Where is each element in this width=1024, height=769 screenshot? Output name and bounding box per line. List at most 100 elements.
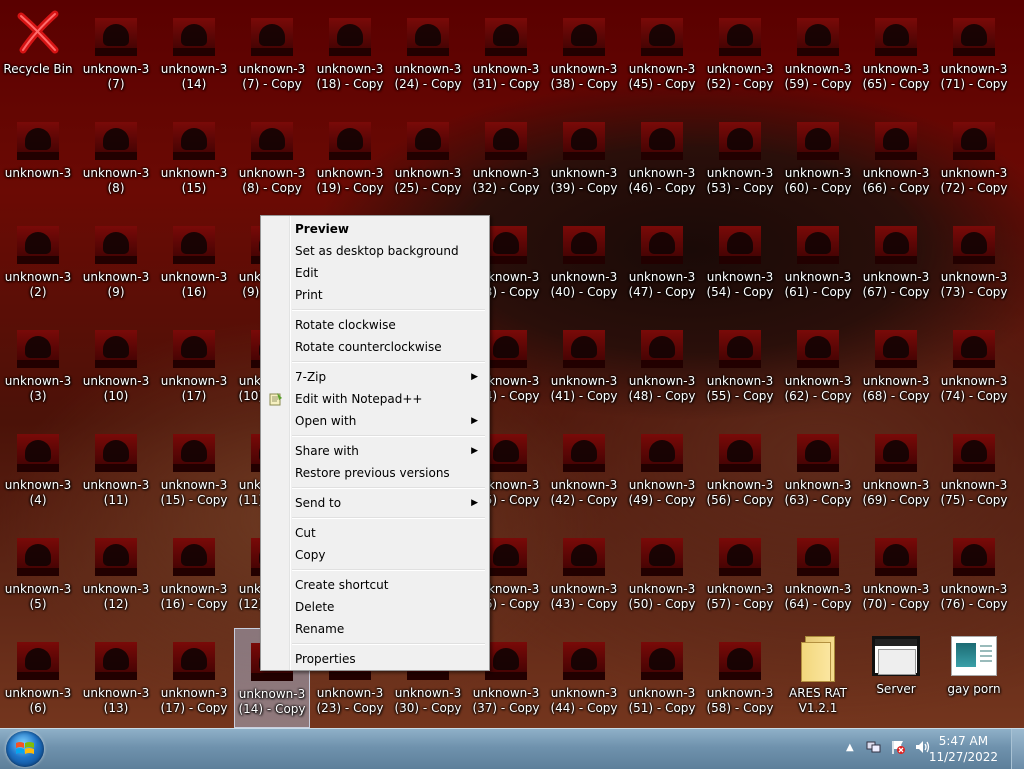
desktop-icon[interactable]: unknown-3 (19) - Copy <box>312 108 388 208</box>
menu-item-rename[interactable]: Rename <box>264 618 486 640</box>
desktop-icon[interactable]: unknown-3 (55) - Copy <box>702 316 778 416</box>
desktop-icon[interactable]: unknown-3 (16) <box>156 212 232 312</box>
desktop-icon[interactable]: unknown-3 (46) - Copy <box>624 108 700 208</box>
desktop-icon[interactable]: unknown-3 (39) - Copy <box>546 108 622 208</box>
desktop-icon[interactable]: unknown-3 (73) - Copy <box>936 212 1012 312</box>
desktop-icon-label: unknown-3 (72) - Copy <box>940 166 1008 195</box>
desktop-icon[interactable]: unknown-3 (7) - Copy <box>234 4 310 104</box>
desktop-icon[interactable]: gay porn <box>936 628 1012 728</box>
desktop-icon[interactable]: unknown-3 (24) - Copy <box>390 4 466 104</box>
desktop-icon[interactable]: unknown-3 (48) - Copy <box>624 316 700 416</box>
desktop-icon[interactable]: unknown-3 (49) - Copy <box>624 420 700 520</box>
desktop-icon[interactable]: unknown-3 (17) - Copy <box>156 628 232 728</box>
desktop-icon[interactable]: unknown-3 (61) - Copy <box>780 212 856 312</box>
start-button[interactable] <box>6 731 44 767</box>
desktop-icon[interactable]: unknown-3 (3) <box>0 316 76 416</box>
desktop-icon[interactable]: unknown-3 (44) - Copy <box>546 628 622 728</box>
action-center-flag-icon[interactable] <box>890 739 906 755</box>
desktop-icon[interactable]: ARES RAT V1.2.1 <box>780 628 856 728</box>
menu-item-edit[interactable]: Edit <box>264 262 486 284</box>
menu-item-edit-with-notepad[interactable]: Edit with Notepad++ <box>264 388 486 410</box>
show-hidden-icons-arrow[interactable]: ▲ <box>846 742 854 753</box>
menu-item-delete[interactable]: Delete <box>264 596 486 618</box>
photo-thumbnail-icon <box>641 18 683 56</box>
desktop-icon[interactable]: unknown-3 (2) <box>0 212 76 312</box>
desktop-icon[interactable]: unknown-3 (38) - Copy <box>546 4 622 104</box>
desktop-icon[interactable]: unknown-3 (15) - Copy <box>156 420 232 520</box>
desktop-icon[interactable]: unknown-3 (11) <box>78 420 154 520</box>
desktop-icon[interactable]: unknown-3 (17) <box>156 316 232 416</box>
desktop-icon[interactable]: unknown-3 (70) - Copy <box>858 524 934 624</box>
desktop-icon[interactable]: unknown-3 (74) - Copy <box>936 316 1012 416</box>
desktop-icon[interactable]: Recycle Bin <box>0 4 76 104</box>
menu-item-print[interactable]: Print <box>264 284 486 306</box>
desktop-icon[interactable]: unknown-3 (15) <box>156 108 232 208</box>
desktop-icon[interactable]: unknown-3 (66) - Copy <box>858 108 934 208</box>
desktop-icon[interactable]: unknown-3 (53) - Copy <box>702 108 778 208</box>
desktop-icon[interactable]: unknown-3 (10) <box>78 316 154 416</box>
desktop-icon[interactable]: unknown-3 (8) <box>78 108 154 208</box>
desktop-icon[interactable]: unknown-3 (64) - Copy <box>780 524 856 624</box>
desktop-icon[interactable]: unknown-3 (32) - Copy <box>468 108 544 208</box>
desktop-icon[interactable]: unknown-3 (67) - Copy <box>858 212 934 312</box>
desktop-icon[interactable]: unknown-3 (5) <box>0 524 76 624</box>
desktop-icon[interactable]: unknown-3 (14) <box>156 4 232 104</box>
desktop-icon[interactable]: unknown-3 (54) - Copy <box>702 212 778 312</box>
clock[interactable]: 5:47 AM 11/27/2022 <box>929 733 998 765</box>
desktop-icon[interactable]: unknown-3 (43) - Copy <box>546 524 622 624</box>
menu-item-create-shortcut[interactable]: Create shortcut <box>264 574 486 596</box>
menu-item-preview[interactable]: Preview <box>264 218 486 240</box>
desktop-icon-label: unknown-3 (55) - Copy <box>706 374 774 403</box>
desktop-icon[interactable]: unknown-3 (62) - Copy <box>780 316 856 416</box>
desktop-icon[interactable]: unknown-3 (69) - Copy <box>858 420 934 520</box>
desktop[interactable]: Recycle Bin unknown-3 (7) unknown-3 (14) un… <box>0 0 1024 728</box>
desktop-icon[interactable]: unknown-3 (9) <box>78 212 154 312</box>
desktop-icon-label: unknown-3 (17) - Copy <box>160 686 228 715</box>
desktop-icon[interactable]: unknown-3 (42) - Copy <box>546 420 622 520</box>
menu-item-rotate-clockwise[interactable]: Rotate clockwise <box>264 314 486 336</box>
desktop-icon[interactable]: unknown-3 (8) - Copy <box>234 108 310 208</box>
menu-item-set-as-desktop-background[interactable]: Set as desktop background <box>264 240 486 262</box>
desktop-icon[interactable]: unknown-3 (71) - Copy <box>936 4 1012 104</box>
desktop-icon[interactable]: unknown-3 (13) <box>78 628 154 728</box>
desktop-icon[interactable]: unknown-3 (63) - Copy <box>780 420 856 520</box>
menu-item-properties[interactable]: Properties <box>264 648 486 670</box>
desktop-icon[interactable]: unknown-3 (50) - Copy <box>624 524 700 624</box>
desktop-icon[interactable]: unknown-3 (25) - Copy <box>390 108 466 208</box>
desktop-icon[interactable]: unknown-3 (47) - Copy <box>624 212 700 312</box>
desktop-icon[interactable]: unknown-3 (60) - Copy <box>780 108 856 208</box>
desktop-icon[interactable]: unknown-3 (59) - Copy <box>780 4 856 104</box>
desktop-icon[interactable]: unknown-3 (68) - Copy <box>858 316 934 416</box>
desktop-icon[interactable]: unknown-3 (51) - Copy <box>624 628 700 728</box>
desktop-icon[interactable]: unknown-3 <box>0 108 76 208</box>
desktop-icon[interactable]: unknown-3 (18) - Copy <box>312 4 388 104</box>
desktop-icon[interactable]: unknown-3 (52) - Copy <box>702 4 778 104</box>
desktop-icon[interactable]: unknown-3 (76) - Copy <box>936 524 1012 624</box>
desktop-icon[interactable]: Server <box>858 628 934 728</box>
show-desktop-button[interactable] <box>1011 729 1024 769</box>
menu-item-restore-previous-versions[interactable]: Restore previous versions <box>264 462 486 484</box>
desktop-icon[interactable]: unknown-3 (75) - Copy <box>936 420 1012 520</box>
desktop-icon[interactable]: unknown-3 (58) - Copy <box>702 628 778 728</box>
desktop-icon[interactable]: unknown-3 (72) - Copy <box>936 108 1012 208</box>
menu-item-rotate-counterclockwise[interactable]: Rotate counterclockwise <box>264 336 486 358</box>
desktop-icon[interactable]: unknown-3 (31) - Copy <box>468 4 544 104</box>
desktop-icon[interactable]: unknown-3 (12) <box>78 524 154 624</box>
menu-item-share-with[interactable]: Share with ▶ <box>264 440 486 462</box>
desktop-icon[interactable]: unknown-3 (16) - Copy <box>156 524 232 624</box>
desktop-icon[interactable]: unknown-3 (45) - Copy <box>624 4 700 104</box>
menu-item-7-zip[interactable]: 7-Zip ▶ <box>264 366 486 388</box>
desktop-icon[interactable]: unknown-3 (56) - Copy <box>702 420 778 520</box>
desktop-icon[interactable]: unknown-3 (40) - Copy <box>546 212 622 312</box>
network-icon[interactable] <box>866 739 882 755</box>
menu-item-copy[interactable]: Copy <box>264 544 486 566</box>
desktop-icon[interactable]: unknown-3 (41) - Copy <box>546 316 622 416</box>
desktop-icon[interactable]: unknown-3 (65) - Copy <box>858 4 934 104</box>
desktop-icon[interactable]: unknown-3 (7) <box>78 4 154 104</box>
desktop-icon[interactable]: unknown-3 (57) - Copy <box>702 524 778 624</box>
menu-item-send-to[interactable]: Send to ▶ <box>264 492 486 514</box>
menu-item-cut[interactable]: Cut <box>264 522 486 544</box>
desktop-icon[interactable]: unknown-3 (4) <box>0 420 76 520</box>
desktop-icon[interactable]: unknown-3 (6) <box>0 628 76 728</box>
menu-item-open-with[interactable]: Open with ▶ <box>264 410 486 432</box>
